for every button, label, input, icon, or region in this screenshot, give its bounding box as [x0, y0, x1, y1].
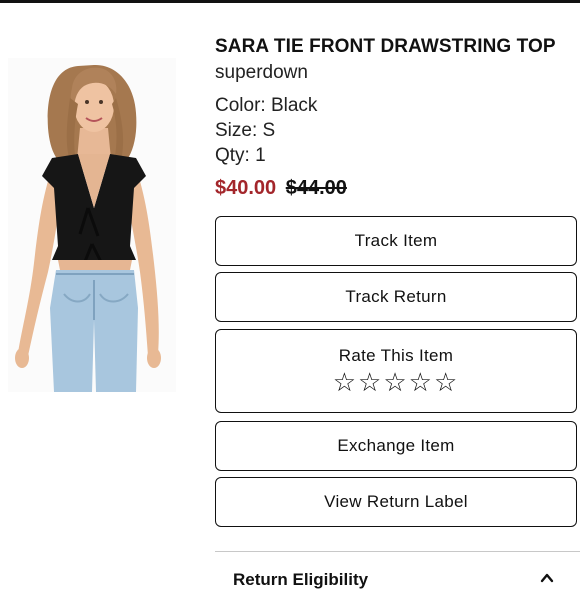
track-return-button[interactable]: Track Return [215, 272, 577, 322]
chevron-up-icon[interactable] [540, 571, 554, 585]
track-item-button[interactable]: Track Item [215, 216, 577, 266]
rate-item-card: Rate This Item ☆☆☆☆☆ [215, 329, 577, 413]
product-title: SARA TIE FRONT DRAWSTRING TOP [215, 36, 556, 57]
original-price: $44.00 [285, 177, 347, 199]
exchange-item-label: Exchange Item [337, 436, 455, 455]
track-item-label: Track Item [354, 231, 438, 250]
product-details: SARA TIE FRONT DRAWSTRING TOP superdown … [215, 34, 580, 202]
return-eligibility-header[interactable]: Return Eligibility [233, 570, 368, 590]
product-color: Color: Black [215, 95, 318, 116]
track-return-label: Track Return [345, 287, 447, 306]
product-size: Size: S [215, 120, 276, 141]
view-return-label-label: View Return Label [324, 492, 468, 511]
rate-item-label: Rate This Item [338, 346, 454, 365]
rating-stars[interactable]: ☆☆☆☆☆ [333, 368, 460, 396]
top-border [0, 0, 580, 3]
product-brand: superdown [215, 62, 308, 83]
sale-price: $40.00 [215, 177, 277, 199]
product-image [8, 58, 176, 392]
exchange-item-button[interactable]: Exchange Item [215, 421, 577, 471]
price-row: $40.00 $44.00 [215, 175, 580, 202]
product-attributes: Color: Black Size: S Qty: 1 [215, 93, 580, 168]
section-divider [215, 551, 580, 552]
product-qty: Qty: 1 [215, 145, 266, 166]
view-return-label-button[interactable]: View Return Label [215, 477, 577, 527]
